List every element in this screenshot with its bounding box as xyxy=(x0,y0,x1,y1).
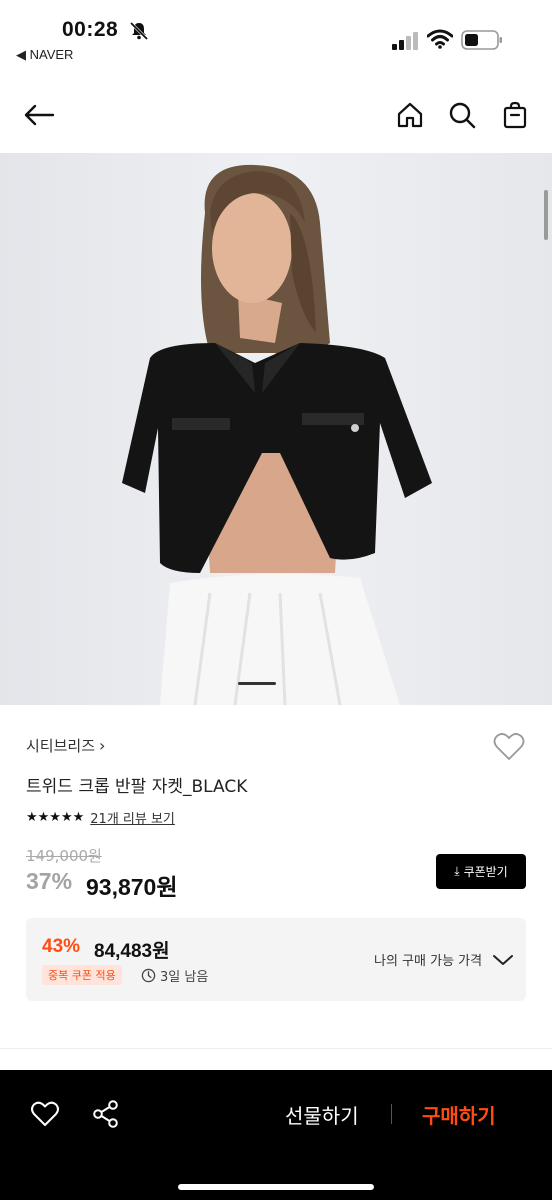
page-scrollbar[interactable] xyxy=(544,190,548,240)
heart-icon[interactable] xyxy=(30,1099,60,1129)
model-photo xyxy=(0,153,552,705)
original-price: 149,000원 xyxy=(26,847,102,865)
best-price: 84,483원 xyxy=(94,941,170,962)
brand-link[interactable]: 시티브리즈 › xyxy=(26,735,105,756)
battery-icon xyxy=(461,30,502,50)
share-icon[interactable] xyxy=(91,1099,121,1129)
back-button[interactable] xyxy=(22,98,56,132)
heart-icon[interactable] xyxy=(492,730,526,764)
back-to-app-link[interactable]: ◀ NAVER xyxy=(16,47,73,63)
bell-muted-icon xyxy=(129,21,149,41)
bottom-action-bar: 선물하기 구매하기 xyxy=(0,1070,552,1200)
rating-row: ★★★★★ 21개 리뷰 보기 xyxy=(26,808,175,827)
my-price-label: 나의 구매 가능 가격 xyxy=(374,954,483,969)
home-icon xyxy=(397,102,423,128)
cellular-signal-icon xyxy=(392,32,418,50)
sale-price: 93,870원 xyxy=(86,874,178,900)
my-price-toggle[interactable]: 나의 구매 가능 가격 xyxy=(374,950,514,969)
discount-percent: 37% xyxy=(26,868,73,894)
buy-button[interactable]: 구매하기 xyxy=(422,1100,496,1129)
wifi-icon xyxy=(427,29,453,49)
download-icon: ⤓ xyxy=(454,864,460,878)
section-divider xyxy=(0,1048,552,1049)
home-indicator xyxy=(178,1184,374,1190)
home-button[interactable] xyxy=(393,98,427,132)
best-discount-percent: 43% xyxy=(42,936,81,957)
get-coupon-label: 쿠폰받기 xyxy=(463,865,508,879)
product-image[interactable] xyxy=(0,153,552,705)
gift-button[interactable]: 선물하기 xyxy=(285,1100,359,1129)
get-coupon-button[interactable]: ⤓ 쿠폰받기 xyxy=(436,854,526,889)
product-name: 트위드 크롭 반팔 자켓_BLACK xyxy=(26,777,248,797)
shopping-bag-icon xyxy=(503,101,527,129)
search-button[interactable] xyxy=(445,98,479,132)
chevron-down-icon xyxy=(493,954,514,965)
clock-icon xyxy=(141,968,156,983)
best-price-card[interactable]: 43% 84,483원 중복 쿠폰 적용 3일 남음 나의 구매 가능 가격 xyxy=(26,918,526,1001)
shopping-bag-button[interactable] xyxy=(498,98,532,132)
duplicate-coupon-badge: 중복 쿠폰 적용 xyxy=(42,965,122,985)
status-bar: 00:28 ◀ NAVER xyxy=(0,0,552,70)
remaining-label: 3일 남음 xyxy=(160,970,209,985)
status-time: 00:28 xyxy=(62,18,119,41)
app-header xyxy=(0,80,552,152)
review-link[interactable]: 21개 리뷰 보기 xyxy=(90,808,175,827)
star-rating: ★★★★★ xyxy=(26,810,85,825)
chevron-right-icon: › xyxy=(99,736,106,755)
button-separator xyxy=(391,1104,392,1124)
arrow-left-icon xyxy=(24,104,55,126)
brand-name: 시티브리즈 xyxy=(26,737,96,755)
search-icon xyxy=(449,102,476,129)
remaining-time: 3일 남음 xyxy=(141,966,208,985)
image-page-indicator xyxy=(238,682,276,685)
